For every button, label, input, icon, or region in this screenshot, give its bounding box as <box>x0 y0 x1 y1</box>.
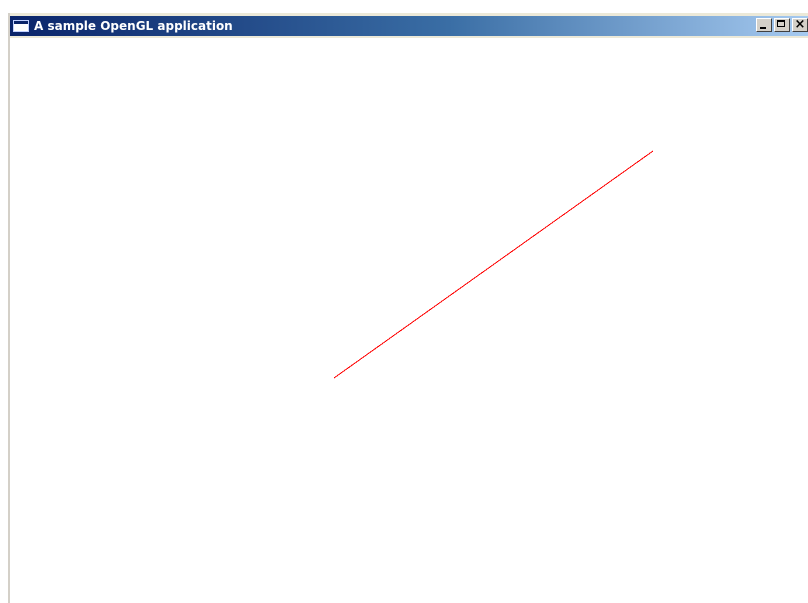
close-button[interactable]: × <box>792 17 808 32</box>
window-controls: × <box>754 17 808 32</box>
app-window: A sample OpenGL application × <box>8 13 808 603</box>
canvas-drawing <box>333 150 654 379</box>
minimize-button[interactable] <box>756 18 772 32</box>
window-app-icon[interactable] <box>13 20 29 32</box>
maximize-button[interactable] <box>774 18 790 32</box>
red-line <box>333 150 654 379</box>
opengl-canvas[interactable] <box>10 38 808 603</box>
title-bar[interactable]: A sample OpenGL application × <box>10 16 808 36</box>
window-title: A sample OpenGL application <box>34 19 233 33</box>
close-icon: × <box>794 17 806 32</box>
